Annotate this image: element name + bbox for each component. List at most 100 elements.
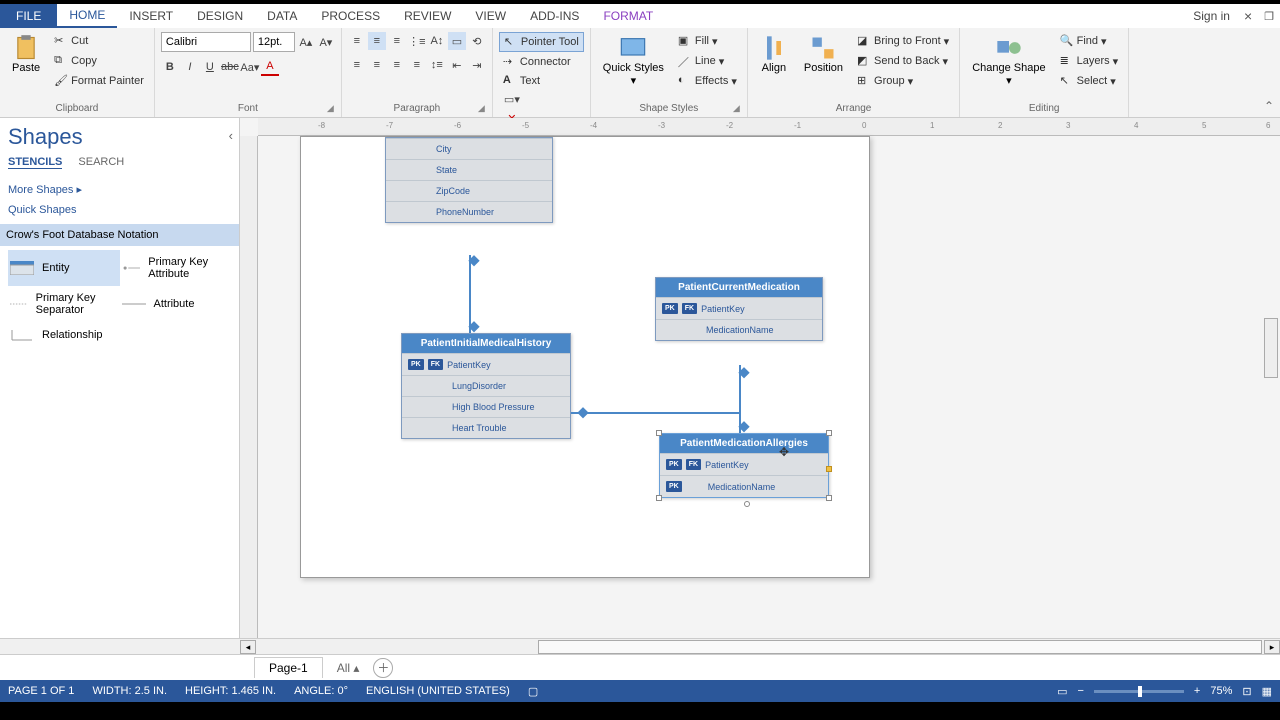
vertical-scrollbar[interactable]: [1264, 318, 1278, 378]
decrease-indent-button[interactable]: ⇤: [448, 56, 466, 74]
close-icon[interactable]: ×: [1238, 8, 1258, 24]
entity-row[interactable]: LungDisorder: [402, 375, 570, 396]
scroll-track[interactable]: [538, 640, 1262, 654]
font-size-select[interactable]: [253, 32, 295, 52]
align-top-button[interactable]: ≡: [348, 32, 366, 50]
position-button[interactable]: Position: [798, 32, 849, 76]
quick-styles-button[interactable]: Quick Styles▾: [597, 32, 670, 89]
tab-home[interactable]: HOME: [57, 4, 117, 28]
send-to-back-button[interactable]: ◩Send to Back▾: [853, 52, 953, 70]
more-shapes-link[interactable]: More Shapes ▸: [8, 179, 231, 200]
entity-row[interactable]: High Blood Pressure: [402, 396, 570, 417]
tab-insert[interactable]: INSERT: [117, 5, 185, 27]
font-color-button[interactable]: A: [261, 58, 279, 76]
entity-allergies[interactable]: PatientMedicationAllergies PKFKPatientKe…: [659, 433, 829, 498]
entity-row[interactable]: City: [386, 138, 552, 159]
change-shape-button[interactable]: Change Shape▾: [966, 32, 1051, 89]
zoom-in-button[interactable]: +: [1194, 685, 1200, 697]
entity-row[interactable]: PKFKPatientKey: [402, 353, 570, 375]
entity-header[interactable]: PatientCurrentMedication: [656, 278, 822, 297]
add-page-button[interactable]: ＋: [373, 658, 393, 678]
entity-row[interactable]: PKFKPatientKey: [656, 297, 822, 319]
increase-indent-button[interactable]: ⇥: [468, 56, 486, 74]
tab-data[interactable]: DATA: [255, 5, 309, 27]
case-button[interactable]: Aa▾: [241, 58, 259, 76]
all-pages-button[interactable]: All ▴: [337, 661, 360, 675]
fill-button[interactable]: ▣Fill▾: [674, 32, 741, 50]
connector[interactable]: [469, 255, 471, 333]
bold-button[interactable]: B: [161, 58, 179, 76]
pointer-tool-button[interactable]: ↖Pointer Tool: [499, 32, 584, 52]
entity-header[interactable]: PatientMedicationAllergies: [660, 434, 828, 453]
tab-review[interactable]: REVIEW: [392, 5, 463, 27]
entity-header[interactable]: PatientInitialMedicalHistory: [402, 334, 570, 353]
layers-button[interactable]: ≣Layers▾: [1056, 52, 1123, 70]
connector[interactable]: [571, 412, 741, 414]
shape-styles-dialog-launcher[interactable]: ◢: [733, 103, 745, 115]
shape-relationship[interactable]: Relationship: [8, 322, 120, 348]
entity-row[interactable]: ZipCode: [386, 180, 552, 201]
shape-pk-attribute[interactable]: Primary Key Attribute: [120, 250, 232, 286]
rectangle-tool-button[interactable]: ▭▾: [503, 90, 521, 108]
text-direction-button[interactable]: A↕: [428, 32, 446, 50]
connector-tool-button[interactable]: ⇢Connector: [499, 53, 575, 71]
entity-patient-top[interactable]: City State ZipCode PhoneNumber: [385, 137, 553, 223]
paragraph-dialog-launcher[interactable]: ◢: [478, 103, 490, 115]
group-button[interactable]: ⊞Group▾: [853, 72, 953, 90]
stencils-tab[interactable]: STENCILS: [8, 156, 62, 169]
paste-button[interactable]: Paste: [6, 32, 46, 76]
justify-button[interactable]: ≡: [408, 56, 426, 74]
canvas[interactable]: -8 -7 -6 -5 -4 -3 -2 -1 0 1 2 3 4 5 6 Ci…: [240, 118, 1280, 638]
align-right-button[interactable]: ≡: [388, 56, 406, 74]
switch-windows-button[interactable]: ▦: [1262, 685, 1272, 698]
align-middle-button[interactable]: ≡: [368, 32, 386, 50]
tab-addins[interactable]: ADD-INS: [518, 5, 591, 27]
bring-to-front-button[interactable]: ◪Bring to Front▾: [853, 32, 953, 50]
line-button[interactable]: ／Line▾: [674, 52, 741, 70]
tab-process[interactable]: PROCESS: [309, 5, 392, 27]
selection-handle[interactable]: [826, 430, 832, 436]
cut-button[interactable]: ✂Cut: [50, 32, 148, 50]
format-painter-button[interactable]: 🖌Format Painter: [50, 72, 148, 90]
selection-handle[interactable]: [826, 466, 832, 472]
effects-button[interactable]: ◐Effects▾: [674, 72, 741, 90]
zoom-out-button[interactable]: −: [1077, 685, 1083, 697]
tab-view[interactable]: VIEW: [463, 5, 518, 27]
line-spacing-button[interactable]: ↕≡: [428, 56, 446, 74]
rotate-text-button[interactable]: ⟲: [468, 32, 486, 50]
font-name-select[interactable]: [161, 32, 251, 52]
search-tab[interactable]: SEARCH: [78, 156, 124, 169]
entity-row[interactable]: PKMedicationName: [660, 475, 828, 497]
shape-attribute[interactable]: Attribute: [120, 286, 232, 322]
entity-row[interactable]: Heart Trouble: [402, 417, 570, 438]
text-block-button[interactable]: ▭: [448, 32, 466, 50]
macro-record-icon[interactable]: ▢: [528, 685, 538, 698]
find-button[interactable]: 🔍Find▾: [1056, 32, 1123, 50]
rotation-handle[interactable]: [744, 501, 750, 507]
sign-in-link[interactable]: Sign in: [1185, 9, 1238, 23]
page-tab[interactable]: Page-1: [254, 657, 323, 678]
bullets-button[interactable]: ⋮≡: [408, 32, 426, 50]
align-center-button[interactable]: ≡: [368, 56, 386, 74]
entity-row[interactable]: State: [386, 159, 552, 180]
entity-row[interactable]: PhoneNumber: [386, 201, 552, 222]
italic-button[interactable]: I: [181, 58, 199, 76]
presentation-mode-button[interactable]: ▭: [1057, 685, 1067, 698]
status-language[interactable]: ENGLISH (UNITED STATES): [366, 685, 510, 697]
align-button[interactable]: Align: [754, 32, 794, 76]
fit-page-button[interactable]: ⊡: [1242, 685, 1251, 698]
underline-button[interactable]: U: [201, 58, 219, 76]
entity-history[interactable]: PatientInitialMedicalHistory PKFKPatient…: [401, 333, 571, 439]
restore-icon[interactable]: ❐: [1258, 10, 1280, 23]
pane-collapse-button[interactable]: ‹: [229, 128, 233, 143]
text-tool-button[interactable]: AText: [499, 72, 544, 90]
selection-handle[interactable]: [656, 430, 662, 436]
shrink-font-button[interactable]: A▾: [317, 33, 335, 51]
copy-button[interactable]: ⧉Copy: [50, 52, 148, 70]
entity-row[interactable]: PKFKPatientKey: [660, 453, 828, 475]
scroll-right-button[interactable]: ▸: [1264, 640, 1280, 654]
font-dialog-launcher[interactable]: ◢: [327, 103, 339, 115]
align-left-button[interactable]: ≡: [348, 56, 366, 74]
zoom-slider[interactable]: [1094, 690, 1184, 693]
selection-handle[interactable]: [826, 495, 832, 501]
